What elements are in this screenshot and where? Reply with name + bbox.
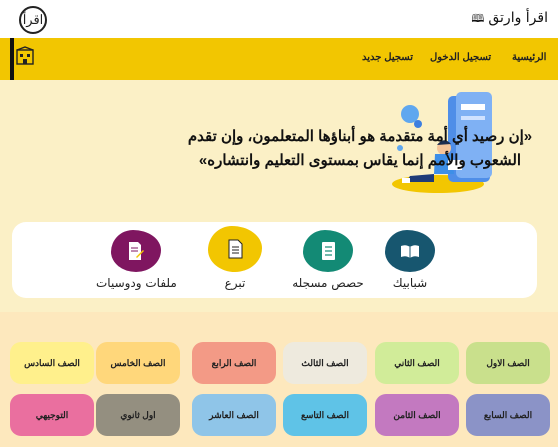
feature-donate[interactable]: تبرع [200,226,270,290]
grade-1-button[interactable]: الصف الاول [466,342,550,384]
site-logo[interactable]: اقرأ [19,6,47,34]
file-edit-icon [129,242,144,260]
nav-home[interactable]: الرئيسية [512,52,546,63]
nav-register[interactable]: تسجيل جديد [362,52,413,63]
grade-5-button[interactable]: الصف الخامس [96,342,180,384]
grade-7-button[interactable]: الصف السابع [466,394,550,436]
feature-label: شبابيك [392,276,428,290]
logo-text: اقرأ [22,12,44,28]
feature-label: ملفات ودوسيات [96,276,177,290]
site-title[interactable]: اقرأ وارتق🕮 [471,10,548,29]
grade-10-button[interactable]: الصف العاشر [192,394,276,436]
feature-label: حصص مسجله [292,276,364,290]
nav-strip [10,38,14,80]
hero-quote: «إن رصيد أي أمة متقدمة هو أبناؤها المتعل… [187,128,533,169]
grade-9-button[interactable]: الصف التاسع [283,394,367,436]
features-panel [12,222,537,298]
grade-3-button[interactable]: الصف الثالث [283,342,367,384]
grade-8-button[interactable]: الصف الثامن [375,394,459,436]
grade-4-button[interactable]: الصف الرابع [192,342,276,384]
book-icon: 🕮 [471,12,485,25]
feature-files[interactable]: ملفات ودوسيات [96,230,177,290]
grade-12-button[interactable]: التوجيهي [10,394,94,436]
feature-label: تبرع [224,276,246,290]
grade-6-button[interactable]: الصف السادس [10,342,94,384]
document-icon [228,239,243,259]
book-open-icon [401,245,419,258]
grade-2-button[interactable]: الصف الثاني [375,342,459,384]
notebook-icon [322,242,335,260]
feature-shababeek[interactable]: شبابيك [372,230,448,290]
grade-11-button[interactable]: اول ثانوي [96,394,180,436]
feature-recorded-lessons[interactable]: حصص مسجله [288,230,368,290]
school-icon[interactable] [16,46,34,66]
nav-login[interactable]: تسجيل الدخول [430,52,491,63]
top-bar: اقرأ اقرأ وارتق🕮 [0,0,558,38]
